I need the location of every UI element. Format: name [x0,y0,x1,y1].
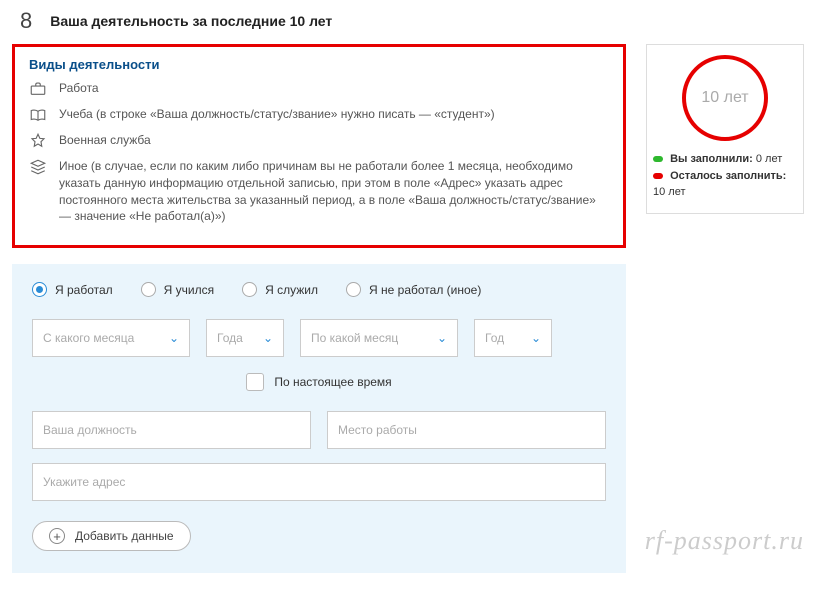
address-input[interactable]: Укажите адрес [32,463,606,501]
info-study-text: Учеба (в строке «Ваша должность/статус/з… [59,106,609,123]
gauge-center-text: 10 лет [701,89,748,107]
from-year-select[interactable]: Года ⌄ [206,319,284,357]
step-number: 8 [20,8,32,34]
radio-label: Я учился [164,283,214,297]
add-button-label: Добавить данные [75,529,174,543]
select-placeholder: Год [485,331,504,345]
layers-icon [29,158,49,176]
chevron-down-icon: ⌄ [169,331,179,345]
plus-icon: + [49,528,65,544]
dot-red-icon [653,173,663,179]
present-checkbox[interactable] [246,373,264,391]
form-panel: Я работал Я учился Я служил Я не работал… [12,264,626,573]
input-placeholder: Ваша должность [43,423,137,437]
info-other-text: Иное (в случае, если по каким либо причи… [59,158,609,225]
chevron-down-icon: ⌄ [437,331,447,345]
from-month-select[interactable]: С какого месяца ⌄ [32,319,190,357]
info-army-text: Военная служба [59,132,609,149]
progress-card: 10 лет Вы заполнили: 0 лет Осталось запо… [646,44,804,214]
radio-icon [242,282,257,297]
filled-label: Вы заполнили: [670,153,753,165]
book-icon [29,106,49,124]
chevron-down-icon: ⌄ [531,331,541,345]
radio-icon [346,282,361,297]
radio-did-not-work[interactable]: Я не работал (иное) [346,282,481,297]
input-placeholder: Место работы [338,423,417,437]
radio-label: Я работал [55,283,113,297]
filled-value: 0 лет [756,153,782,165]
radio-worked[interactable]: Я работал [32,282,113,297]
radio-icon [141,282,156,297]
remaining-label: Осталось заполнить: [670,170,786,182]
present-label: По настоящее время [274,375,391,389]
add-data-button[interactable]: + Добавить данные [32,521,191,551]
star-icon [29,132,49,150]
workplace-input[interactable]: Место работы [327,411,606,449]
section-header: 8 Ваша деятельность за последние 10 лет [12,8,804,34]
radio-icon [32,282,47,297]
select-placeholder: По какой месяц [311,331,398,345]
radio-served[interactable]: Я служил [242,282,318,297]
radio-label: Я служил [265,283,318,297]
info-title: Виды деятельности [29,57,609,72]
activity-types-box: Виды деятельности Работа Учеба (в строке… [12,44,626,248]
chevron-down-icon: ⌄ [263,331,273,345]
filled-row: Вы заполнили: 0 лет [653,151,797,168]
select-placeholder: С какого месяца [43,331,134,345]
remaining-row: Осталось заполнить: 10 лет [653,168,797,201]
to-month-select[interactable]: По какой месяц ⌄ [300,319,458,357]
dot-green-icon [653,156,663,162]
activity-radio-group: Я работал Я учился Я служил Я не работал… [32,282,606,297]
position-input[interactable]: Ваша должность [32,411,311,449]
radio-studied[interactable]: Я учился [141,282,214,297]
radio-label: Я не работал (иное) [369,283,481,297]
page-title: Ваша деятельность за последние 10 лет [50,13,332,29]
input-placeholder: Укажите адрес [43,475,125,489]
select-placeholder: Года [217,331,243,345]
progress-gauge: 10 лет [682,55,768,141]
briefcase-icon [29,80,49,98]
info-work-text: Работа [59,80,609,97]
to-year-select[interactable]: Год ⌄ [474,319,552,357]
remaining-value: 10 лет [653,186,686,198]
